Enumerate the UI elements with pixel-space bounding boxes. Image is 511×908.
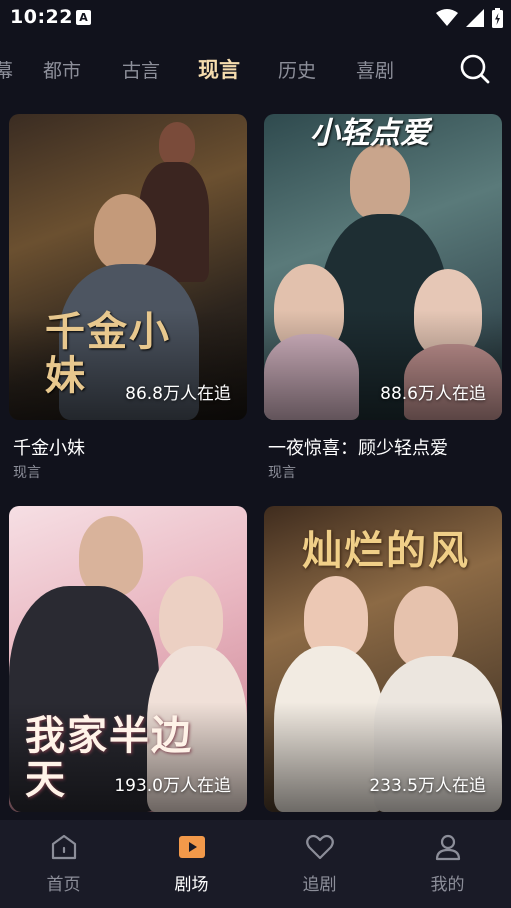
nav-label: 首页 (46, 875, 81, 895)
poster[interactable]: 灿烂的风 233.5万人在追 (264, 506, 502, 812)
heart-icon (305, 834, 334, 860)
nav-label: 剧场 (174, 875, 209, 895)
card-genre: 现言 (13, 465, 41, 481)
follower-count: 193.0万人在追 (114, 776, 231, 796)
nav-follow[interactable]: 追剧 (256, 820, 383, 908)
poster-title: 灿烂的风 (302, 527, 470, 574)
poster[interactable]: 小轻点爱 88.6万人在追 (264, 114, 502, 420)
drama-grid: 千金小妹 86.8万人在追 千金小妹 现言 小轻点爱 88.6万人在追 一夜惊喜… (0, 0, 511, 820)
follower-count: 233.5万人在追 (369, 776, 486, 796)
home-icon (51, 834, 76, 860)
follower-count: 88.6万人在追 (380, 384, 486, 404)
play-icon (178, 836, 205, 858)
bottom-nav: 首页 剧场 追剧 我的 (0, 820, 511, 908)
nav-label: 我的 (430, 875, 465, 895)
nav-mine[interactable]: 我的 (384, 820, 511, 908)
card-genre: 现言 (268, 465, 296, 481)
nav-label: 追剧 (302, 875, 337, 895)
nav-home[interactable]: 首页 (0, 820, 127, 908)
poster[interactable]: 我家半边天 193.0万人在追 (9, 506, 247, 812)
nav-theater[interactable]: 剧场 (128, 820, 255, 908)
follower-count: 86.8万人在追 (125, 384, 231, 404)
card-title[interactable]: 千金小妹 (13, 434, 85, 460)
poster-title: 小轻点爱 (310, 116, 430, 151)
user-icon (435, 834, 460, 861)
card-title[interactable]: 一夜惊喜：顾少轻点爱 (268, 434, 448, 460)
poster[interactable]: 千金小妹 86.8万人在追 (9, 114, 247, 420)
